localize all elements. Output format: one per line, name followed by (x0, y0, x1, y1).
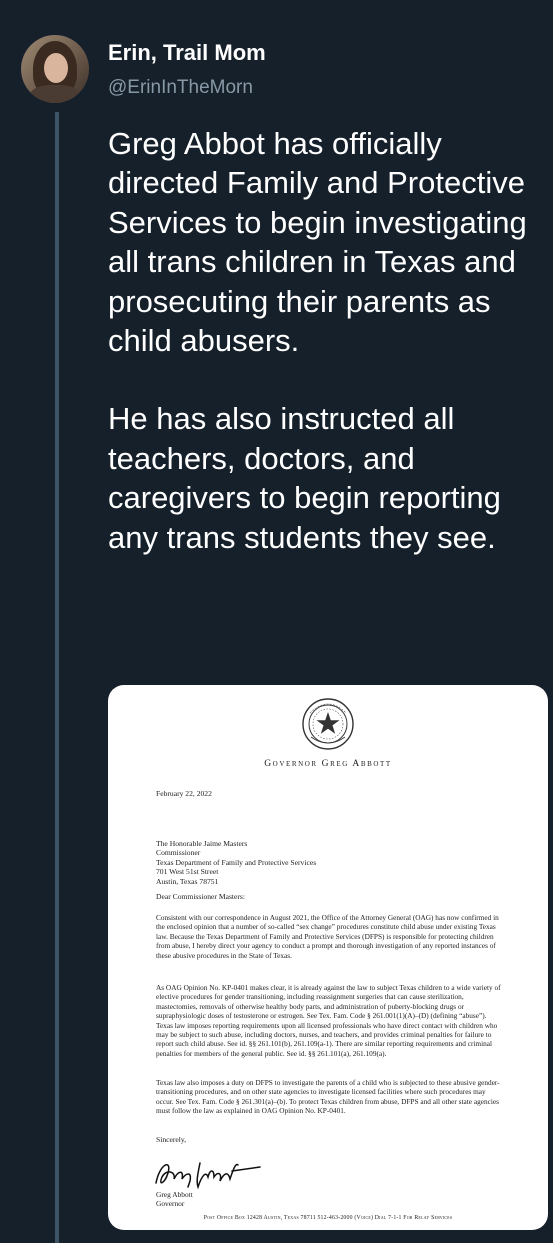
address-line: Texas Department of Family and Protectiv… (156, 857, 317, 867)
signature-image (155, 1162, 261, 1190)
address-line: Commissioner (156, 848, 201, 858)
letterhead: Governor Greg Abbott (264, 759, 392, 769)
tweet-text: Greg Abbot has officially directed Famil… (108, 124, 548, 557)
attached-letter-image[interactable]: Governor Greg Abbott February 22, 2022 T… (108, 685, 548, 1230)
tweet-paragraph: He has also instructed all teachers, doc… (108, 401, 501, 555)
recipient-address: The Honorable Jaime Masters Commissioner… (156, 839, 316, 886)
letter-paragraph: As OAG Opinion No. KP-0401 makes clear, … (156, 983, 501, 1058)
salutation: Dear Commissioner Masters: (156, 892, 246, 901)
closing: Sincerely, (156, 1135, 187, 1144)
address-line: The Honorable Jaime Masters (156, 839, 248, 848)
avatar[interactable] (21, 35, 89, 103)
display-name[interactable]: Erin, Trail Mom (108, 40, 266, 66)
signer-title: Governor (156, 1199, 185, 1209)
address-line: 701 West 51st Street (156, 867, 219, 877)
state-seal-icon (302, 698, 354, 750)
signer-block: Greg Abbott Governor (156, 1190, 193, 1209)
user-handle[interactable]: @ErinInTheMorn (108, 77, 253, 99)
letter-date: February 22, 2022 (156, 789, 212, 798)
letter-footer: Post Office Box 12428 Austin, Texas 7871… (203, 1215, 453, 1221)
thread-line (55, 112, 59, 1243)
letter-paragraph: Consistent with our correspondence in Au… (156, 913, 499, 960)
letter-paragraph: Texas law also imposes a duty on DFPS to… (156, 1078, 500, 1116)
address-line: Austin, Texas 78751 (156, 876, 219, 886)
signer-name: Greg Abbott (156, 1190, 193, 1199)
tweet-paragraph: Greg Abbot has officially directed Famil… (108, 126, 527, 359)
